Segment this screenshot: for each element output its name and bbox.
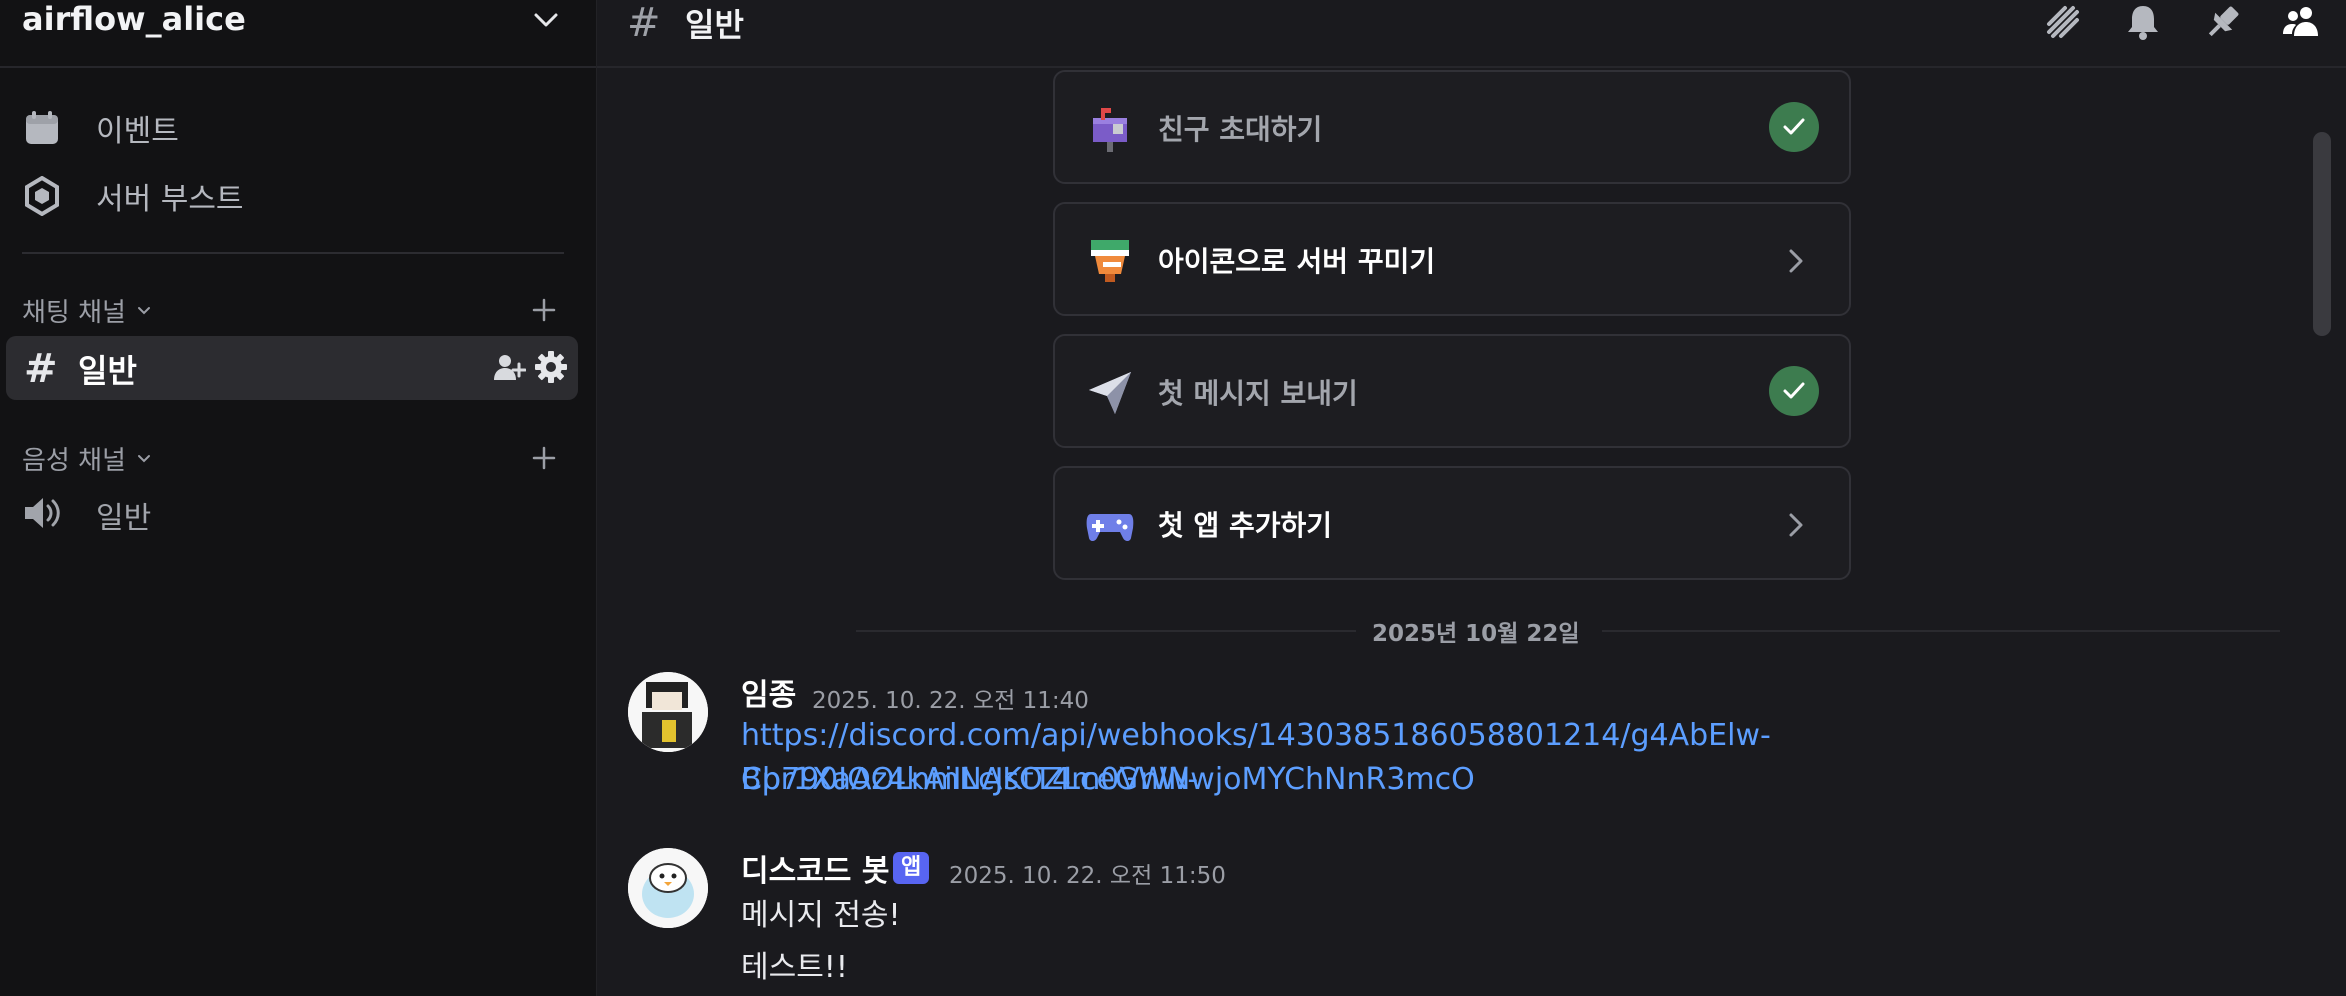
checklist-label: 친구 초대하기 xyxy=(1158,113,1323,146)
gamepad-icon xyxy=(1086,514,1134,541)
server-header[interactable]: airflow_alice xyxy=(0,0,596,68)
checklist-card[interactable]: 아이콘으로 서버 꾸미기 xyxy=(1053,202,1851,316)
category-voice-channels[interactable]: 음성 채널 xyxy=(22,438,154,478)
message-author[interactable]: 디스코드 봇 xyxy=(741,846,889,890)
speaker-icon xyxy=(22,494,62,536)
chevron-right-icon xyxy=(1789,513,1803,537)
voice-channel-label: 일반 xyxy=(96,501,152,536)
date-divider-line xyxy=(1602,630,2280,632)
mailbox-icon xyxy=(1093,108,1127,152)
checkmark-icon xyxy=(1769,102,1819,152)
message-text: 메시지 전송! xyxy=(741,898,901,933)
message-author[interactable]: 임종 xyxy=(741,670,796,714)
checklist-label: 첫 메시지 보내기 xyxy=(1158,377,1358,410)
paper-plane-icon xyxy=(1089,372,1131,414)
checklist-card[interactable]: 첫 앱 추가하기 xyxy=(1053,466,1851,580)
invite-icon[interactable] xyxy=(492,350,526,384)
channel-sidebar: airflow_alice 이벤트 서버 부스트 채팅 채널 # 일반 음성 채… xyxy=(0,0,597,996)
avatar[interactable] xyxy=(628,672,708,752)
category-label: 채팅 채널 xyxy=(22,297,126,328)
message-link[interactable]: Bpr1XaAz4kAiILcJsOZLceGWNwjoMYChNnR3mcO xyxy=(741,758,2161,802)
avatar[interactable] xyxy=(628,848,708,928)
date-divider-line xyxy=(856,630,1356,632)
channel-label: 일반 xyxy=(78,352,137,390)
message-timestamp: 2025. 10. 22. 오전 11:50 xyxy=(949,863,1226,889)
voice-channel-general[interactable]: 일반 xyxy=(22,492,151,538)
checklist-card[interactable]: 친구 초대하기 xyxy=(1053,70,1851,184)
gear-icon[interactable] xyxy=(534,350,568,384)
sidebar-item-boost[interactable]: 서버 부스트 xyxy=(22,172,244,220)
pin-icon[interactable] xyxy=(2203,2,2243,42)
boost-icon xyxy=(22,176,62,216)
category-label: 음성 채널 xyxy=(22,445,126,476)
avatar-image xyxy=(628,672,708,752)
paint-bucket-icon xyxy=(1091,240,1129,282)
sidebar-item-events[interactable]: 이벤트 xyxy=(22,104,179,152)
sidebar-divider xyxy=(22,252,564,254)
hash-icon: # xyxy=(627,0,661,46)
members-icon[interactable] xyxy=(2281,2,2321,42)
checkmark-icon xyxy=(1769,366,1819,416)
chevron-down-icon[interactable] xyxy=(530,4,562,36)
add-channel-icon[interactable] xyxy=(526,440,562,476)
sidebar-item-label: 서버 부스트 xyxy=(96,182,244,217)
add-channel-icon[interactable] xyxy=(526,292,562,328)
app-badge: 앱 xyxy=(893,852,930,884)
hash-icon: # xyxy=(24,346,58,392)
checklist-label: 첫 앱 추가하기 xyxy=(1158,509,1333,542)
checklist-card[interactable]: 첫 메시지 보내기 xyxy=(1053,334,1851,448)
chevron-right-icon xyxy=(1789,249,1803,273)
chevron-down-icon xyxy=(137,455,150,463)
sidebar-item-label: 이벤트 xyxy=(96,114,179,149)
chevron-down-icon xyxy=(137,307,150,315)
channel-title: 일반 xyxy=(685,6,744,44)
channel-item-general[interactable]: # 일반 xyxy=(6,336,578,400)
calendar-icon xyxy=(22,108,62,148)
channel-header: # 일반 xyxy=(597,0,2346,68)
message-timestamp: 2025. 10. 22. 오전 11:40 xyxy=(812,688,1089,714)
bell-icon[interactable] xyxy=(2123,2,2163,42)
avatar-image xyxy=(628,848,708,928)
scrollbar-thumb[interactable] xyxy=(2313,132,2331,336)
server-name: airflow_alice xyxy=(22,0,246,38)
threads-icon[interactable] xyxy=(2043,2,2083,42)
checklist-label: 아이콘으로 서버 꾸미기 xyxy=(1158,245,1436,278)
message-text: 테스트!! xyxy=(741,950,848,985)
category-text-channels[interactable]: 채팅 채널 xyxy=(22,290,154,330)
date-divider: 2025년 10월 22일 xyxy=(1366,614,1586,648)
